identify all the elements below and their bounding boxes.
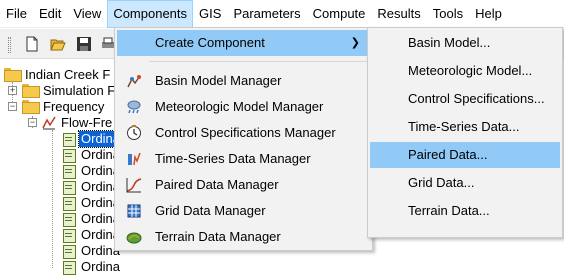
- watershed-explorer-tree: Indian Creek F + Simulation F − Frequenc…: [0, 60, 120, 276]
- create-meteorologic-model-item[interactable]: Meteorologic Model...: [370, 58, 560, 84]
- create-control-specifications-item[interactable]: Control Specifications...: [370, 86, 560, 112]
- control-specifications-icon: [127, 125, 141, 140]
- ordinate-icon: [62, 212, 76, 227]
- menu-file[interactable]: File: [0, 0, 33, 28]
- menu-results[interactable]: Results: [371, 0, 426, 28]
- create-component-menu-item[interactable]: Create Component ❯: [117, 30, 370, 56]
- paired-data-icon: [126, 178, 142, 193]
- tree-node-root[interactable]: Indian Creek F: [4, 67, 112, 83]
- ordinate-icon: [62, 164, 76, 179]
- open-folder-icon[interactable]: [50, 36, 66, 52]
- meteorologic-model-manager-item[interactable]: Meteorologic Model Manager: [117, 94, 370, 120]
- menu-compute[interactable]: Compute: [307, 0, 372, 28]
- create-basin-model-item[interactable]: Basin Model...: [370, 30, 560, 56]
- time-series-icon: [128, 152, 141, 166]
- ordinate-icon: [62, 196, 76, 211]
- menu-tools[interactable]: Tools: [427, 0, 469, 28]
- ordinate-icon: [62, 132, 76, 147]
- create-paired-data-item[interactable]: Paired Data...: [370, 142, 560, 168]
- collapse-toggle[interactable]: −: [28, 118, 37, 127]
- basin-model-manager-item[interactable]: Basin Model Manager: [117, 68, 370, 94]
- ordinate-icon: [62, 148, 76, 163]
- terrain-data-icon: [126, 232, 142, 244]
- ordinate-icon: [62, 228, 76, 243]
- basin-model-icon: [127, 75, 141, 88]
- tree-node-ordinate[interactable]: Ordina: [62, 163, 120, 179]
- new-file-icon[interactable]: [24, 36, 40, 52]
- folder-icon: [22, 84, 40, 98]
- expand-toggle[interactable]: +: [8, 86, 17, 95]
- time-series-data-manager-item[interactable]: Time-Series Data Manager: [117, 146, 370, 172]
- tree-node-ordinate[interactable]: Ordinate 8: [62, 243, 120, 259]
- tree-node-flow-frequency[interactable]: Flow-Fre: [42, 115, 114, 131]
- folder-icon: [22, 100, 40, 114]
- terrain-data-manager-item[interactable]: Terrain Data Manager: [117, 224, 370, 250]
- create-component-submenu: Basin Model... Meteorologic Model... Con…: [367, 27, 563, 238]
- tree-node-ordinate[interactable]: Ordina: [62, 211, 120, 227]
- menu-view[interactable]: View: [67, 0, 107, 28]
- tree-node-ordinate[interactable]: Ordina: [62, 227, 120, 243]
- menu-separator: [149, 61, 369, 62]
- menu-edit[interactable]: Edit: [33, 0, 67, 28]
- toolbar-grip[interactable]: [8, 37, 11, 53]
- collapse-toggle[interactable]: −: [8, 102, 17, 111]
- meteorologic-model-icon: [127, 100, 141, 114]
- menu-gis[interactable]: GIS: [193, 0, 227, 28]
- create-time-series-data-item[interactable]: Time-Series Data...: [370, 114, 560, 140]
- save-icon[interactable]: [76, 36, 92, 52]
- tree-node-ordinate[interactable]: Ordina: [62, 195, 120, 211]
- tree-node-simulation[interactable]: Simulation F: [22, 83, 117, 99]
- tree-node-frequency[interactable]: Frequency: [22, 99, 106, 115]
- folder-icon: [4, 68, 22, 82]
- components-menu: Create Component ❯ Basin Model Manager M…: [114, 27, 373, 251]
- control-specifications-manager-item[interactable]: Control Specifications Manager: [117, 120, 370, 146]
- ordinate-icon: [62, 244, 76, 259]
- tree-node-ordinate[interactable]: Ordina: [62, 147, 120, 163]
- menu-components[interactable]: Components: [107, 0, 194, 28]
- submenu-arrow-icon: ❯: [350, 37, 360, 49]
- ordinate-icon: [62, 260, 76, 275]
- menu-parameters[interactable]: Parameters: [227, 0, 306, 28]
- ordinate-icon: [62, 180, 76, 195]
- tree-node-ordinate[interactable]: Ordina: [62, 130, 120, 148]
- menu-bar: File Edit View Components GIS Parameters…: [0, 0, 564, 28]
- create-grid-data-item[interactable]: Grid Data...: [370, 170, 560, 196]
- tree-node-ordinate[interactable]: Ordinate 9: [62, 259, 120, 275]
- grid-data-manager-item[interactable]: Grid Data Manager: [117, 198, 370, 224]
- create-terrain-data-item[interactable]: Terrain Data...: [370, 198, 560, 224]
- flow-frequency-icon: [42, 116, 56, 130]
- paired-data-manager-item[interactable]: Paired Data Manager: [117, 172, 370, 198]
- grid-data-icon: [127, 204, 141, 218]
- menu-help[interactable]: Help: [469, 0, 508, 28]
- tree-node-ordinate[interactable]: Ordina: [62, 179, 120, 195]
